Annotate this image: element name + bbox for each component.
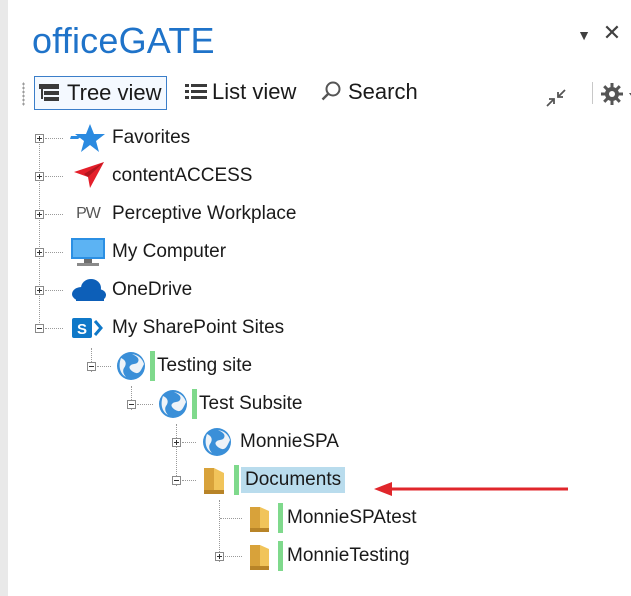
tree-node-monniespatest[interactable]: MonnieSPAtest — [244, 502, 421, 534]
tree-node-label: contentACCESS — [112, 165, 253, 186]
tree-connector — [220, 518, 242, 519]
collapse-toggle[interactable] — [87, 362, 96, 371]
search-icon — [321, 81, 341, 101]
site-marker — [192, 389, 197, 419]
star-icon — [70, 124, 105, 152]
expand-toggle[interactable] — [35, 210, 44, 219]
expand-toggle[interactable] — [215, 552, 224, 561]
shrink-arrows-icon — [546, 89, 566, 107]
toolbar-separator — [592, 82, 593, 104]
navigation-tree: Favorites contentACCESS PW Perceptive Wo… — [0, 118, 631, 596]
tree-node-contentaccess[interactable]: contentACCESS — [68, 160, 256, 192]
tree-node-label: MonnieSPA — [240, 431, 339, 452]
tree-node-documents[interactable]: Documents — [198, 464, 346, 496]
toolbar-grip[interactable] — [22, 82, 25, 106]
toolbar: Tree view List view Search — [22, 72, 631, 112]
tree-connector — [45, 252, 63, 253]
tree-connector — [182, 442, 196, 443]
tree-node-label: My SharePoint Sites — [112, 317, 285, 338]
tree-connector — [39, 138, 40, 331]
panel-title: officeGATE — [32, 20, 215, 61]
expand-toggle[interactable] — [35, 134, 44, 143]
tree-connector — [137, 404, 153, 405]
collapse-toggle[interactable] — [127, 400, 136, 409]
tree-node-test-subsite[interactable]: Test Subsite — [154, 388, 307, 420]
search-button[interactable]: Search — [320, 76, 418, 108]
globe-icon — [117, 352, 145, 380]
tree-node-favorites[interactable]: Favorites — [68, 122, 194, 154]
tree-node-my-computer[interactable]: My Computer — [68, 236, 230, 268]
tree-connector — [182, 480, 196, 481]
tree-node-monniespa[interactable]: MonnieSPA — [198, 426, 343, 458]
tree-node-label: My Computer — [112, 241, 227, 262]
panel-menu-dropdown-icon[interactable]: ▼ — [574, 27, 594, 51]
site-marker — [278, 503, 283, 533]
list-view-button[interactable]: List view — [184, 76, 296, 108]
tree-connector — [225, 556, 242, 557]
expand-toggle[interactable] — [35, 286, 44, 295]
tree-node-label: Favorites — [112, 127, 191, 148]
globe-icon — [159, 390, 187, 418]
tree-node-label: Test Subsite — [199, 393, 303, 414]
tree-node-label: Documents — [241, 467, 346, 493]
tree-view-icon — [39, 84, 59, 101]
tree-connector — [97, 366, 111, 367]
sharepoint-icon: S — [72, 318, 103, 338]
close-icon[interactable]: ✕ — [602, 20, 622, 45]
folder-icon — [250, 545, 269, 570]
collapse-toggle[interactable] — [172, 476, 181, 485]
tree-connector — [45, 290, 63, 291]
tree-view-label: Tree view — [67, 80, 162, 105]
tree-node-my-sharepoint-sites[interactable]: S My SharePoint Sites — [68, 312, 288, 344]
tree-node-label: Perceptive Workplace — [112, 203, 297, 224]
tree-node-label: MonnieTesting — [287, 545, 410, 566]
tree-connector — [45, 328, 63, 329]
collapse-all-button[interactable] — [544, 82, 572, 114]
svg-text:S: S — [77, 321, 87, 338]
folder-icon — [250, 507, 269, 532]
folder-open-icon — [204, 468, 224, 494]
search-label: Search — [348, 79, 418, 104]
site-marker — [278, 541, 283, 571]
tree-node-onedrive[interactable]: OneDrive — [68, 274, 196, 306]
annotation-arrow — [374, 482, 568, 496]
contentaccess-logo-icon — [74, 162, 104, 188]
computer-icon — [71, 238, 105, 266]
cloud-icon — [72, 279, 106, 301]
settings-button[interactable] — [600, 78, 631, 110]
list-view-icon — [185, 84, 207, 99]
gear-icon — [601, 83, 623, 105]
globe-icon — [203, 428, 231, 456]
tree-connector — [45, 214, 63, 215]
tree-node-label: OneDrive — [112, 279, 193, 300]
tree-node-label: Testing site — [157, 355, 253, 376]
site-marker — [234, 465, 239, 495]
tree-view-button[interactable]: Tree view — [34, 76, 167, 110]
site-marker — [150, 351, 155, 381]
expand-toggle[interactable] — [35, 172, 44, 181]
tree-node-monnietesting[interactable]: MonnieTesting — [244, 540, 414, 572]
officegate-panel: officeGATE ▼ ✕ Tree view List view Searc… — [0, 0, 631, 596]
expand-toggle[interactable] — [172, 438, 181, 447]
list-view-label: List view — [212, 79, 297, 104]
tree-node-testing-site[interactable]: Testing site — [112, 350, 256, 382]
collapse-toggle[interactable] — [35, 324, 44, 333]
expand-toggle[interactable] — [35, 248, 44, 257]
tree-node-perceptive-workplace[interactable]: PW Perceptive Workplace — [68, 198, 300, 230]
tree-node-label: MonnieSPAtest — [287, 507, 417, 528]
tree-connector — [45, 138, 63, 139]
tree-connector — [45, 176, 63, 177]
pw-logo-icon: PW — [76, 205, 101, 222]
